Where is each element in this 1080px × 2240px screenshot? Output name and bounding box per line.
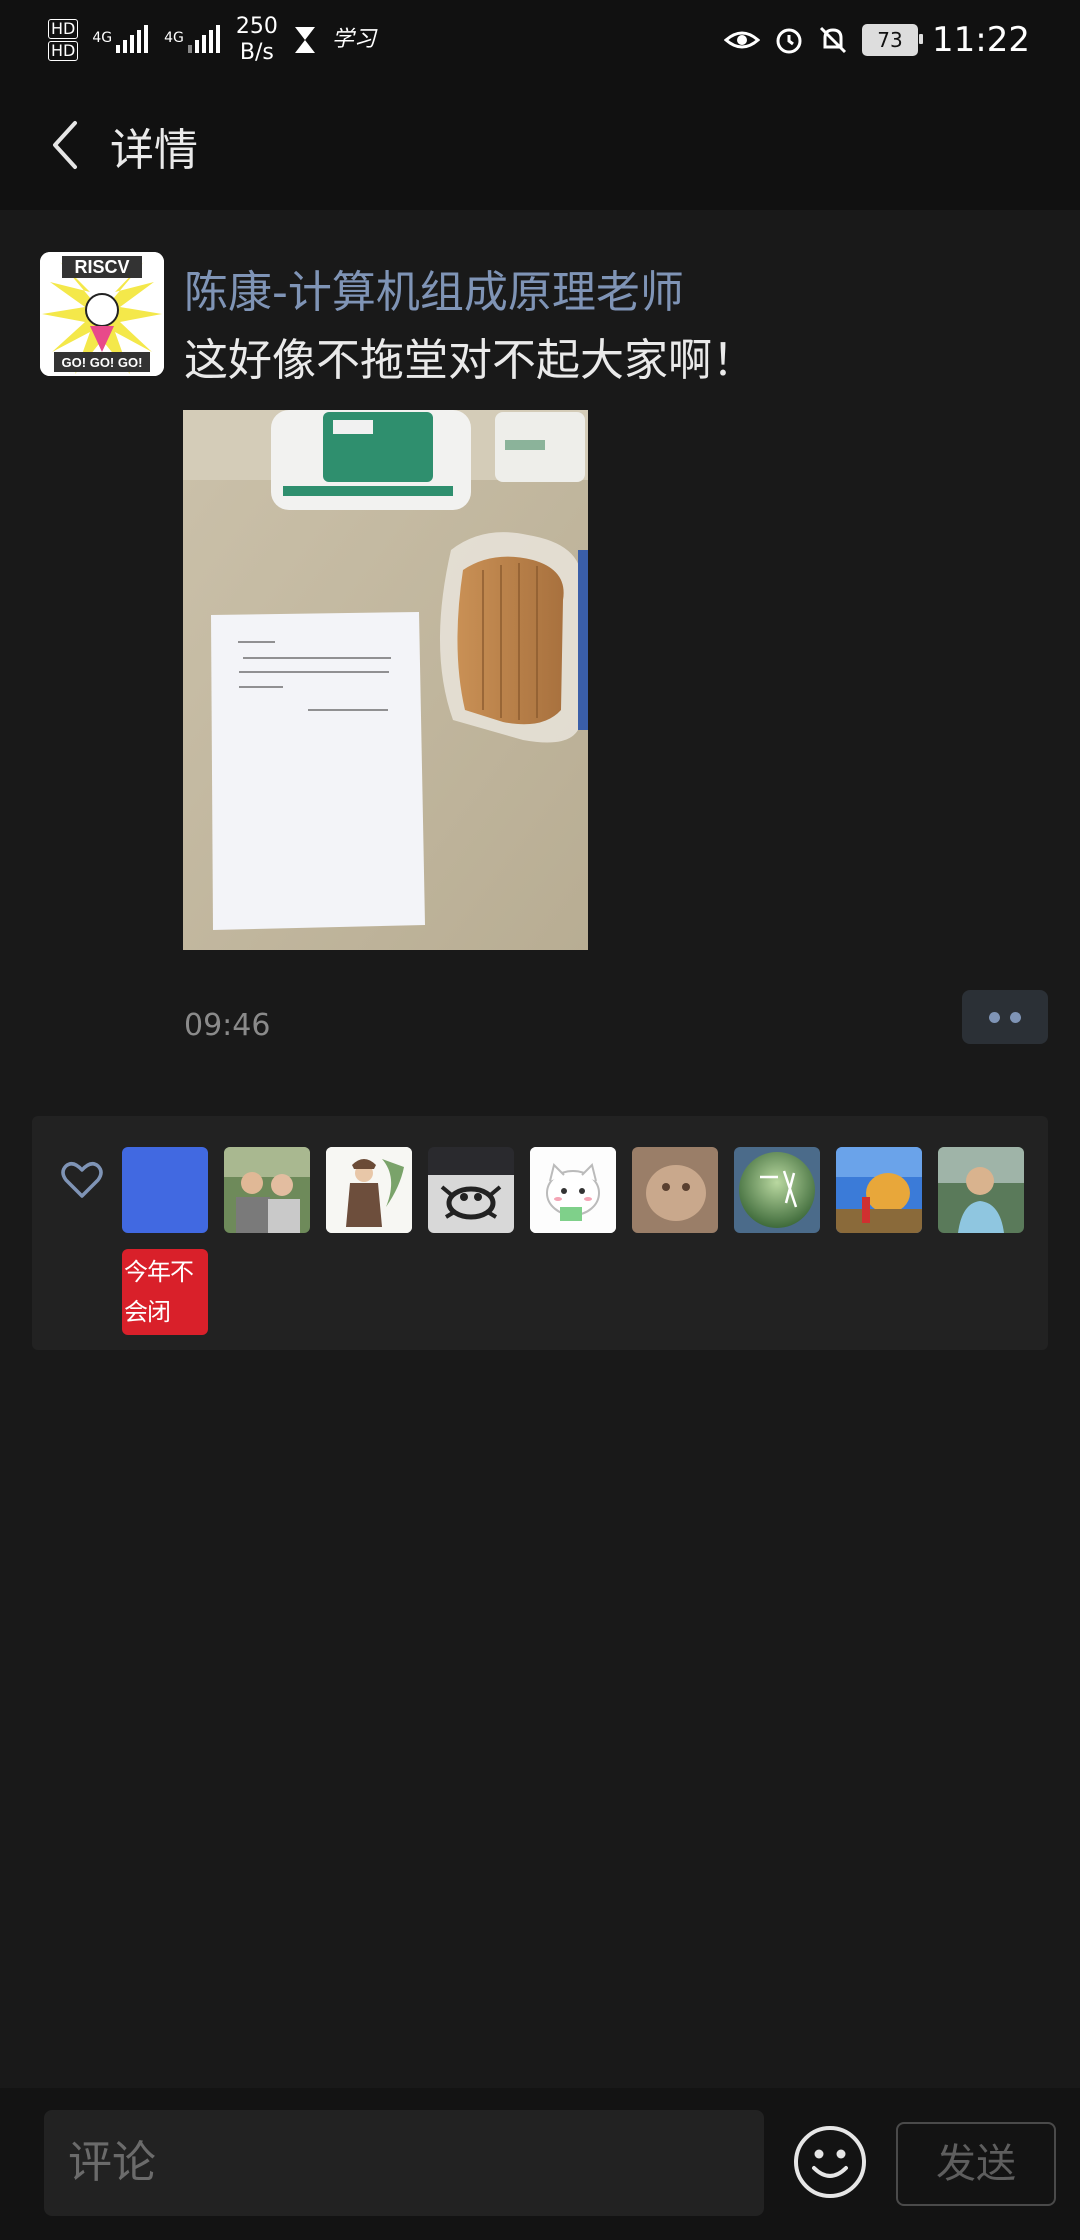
liker-avatar-image [530, 1147, 616, 1233]
app-notification-label: 学习 [331, 27, 376, 52]
liker-avatar[interactable] [530, 1147, 616, 1233]
liker-avatar[interactable] [122, 1147, 208, 1233]
signal1-icon: 4G [92, 25, 150, 55]
liker-avatar-image [836, 1147, 922, 1233]
comment-bar: 评论 发送 [0, 2088, 1080, 2240]
liker-avatar-image [734, 1147, 820, 1233]
hourglass-icon [294, 27, 315, 53]
speed-unit: B/s [239, 40, 274, 65]
more-dot-icon [989, 1011, 1000, 1023]
avatar-bottom-text: GO! GO! GO! [62, 355, 143, 370]
liker-avatar[interactable] [632, 1147, 718, 1233]
more-dot-icon [1010, 1011, 1021, 1023]
heart-icon [61, 1162, 103, 1198]
liker-avatar[interactable] [938, 1147, 1024, 1233]
status-right: 73 11:22 [724, 14, 1030, 66]
hd-indicators: HD HD [48, 19, 79, 61]
likes-panel: 今年不会闭 [32, 1116, 1048, 1350]
net2-label: 4G [164, 30, 184, 46]
status-bar: HD HD 4G 4G 250 B/s 学习 73 11:22 [0, 0, 1080, 80]
emoji-button[interactable] [792, 2124, 868, 2200]
alarm-icon [776, 28, 802, 54]
page-title: 详情 [110, 125, 198, 176]
author-name[interactable]: 陈康-计算机组成原理老师 [184, 256, 684, 320]
liker-avatar[interactable]: 今年不会闭 [122, 1249, 208, 1335]
send-button[interactable]: 发送 [896, 2122, 1056, 2206]
author-avatar-image: RISCV GO! GO! GO! [40, 252, 164, 376]
liker-avatar-image [428, 1147, 514, 1233]
liker-avatar-image [224, 1147, 310, 1233]
network-speed: 250 B/s [236, 14, 278, 66]
post-time: 09:46 [184, 1008, 271, 1043]
eye-icon [724, 31, 761, 49]
post-photo[interactable] [183, 410, 588, 950]
liker-avatar-text: 今年不会闭 [124, 1258, 194, 1326]
avatar-top-text: RISCV [74, 257, 129, 277]
signal-bars-icon [187, 25, 220, 53]
hd2-badge: HD [48, 41, 79, 61]
hd1-badge: HD [48, 19, 79, 39]
liker-avatar[interactable] [326, 1147, 412, 1233]
liker-avatar-image [632, 1147, 718, 1233]
signal-bars-icon [116, 25, 149, 53]
comment-input[interactable]: 评论 [44, 2110, 764, 2216]
back-arrow-icon [53, 121, 77, 169]
status-left: HD HD 4G 4G 250 B/s 学习 [48, 14, 376, 66]
liker-avatar[interactable] [836, 1147, 922, 1233]
more-actions-button[interactable] [962, 990, 1048, 1044]
liker-avatar[interactable] [734, 1147, 820, 1233]
back-button[interactable] [30, 110, 100, 180]
liker-avatar-image [938, 1147, 1024, 1233]
liker-avatar-image [326, 1147, 412, 1233]
net1-label: 4G [92, 30, 113, 46]
liker-avatar[interactable] [428, 1147, 514, 1233]
author-avatar[interactable]: RISCV GO! GO! GO! [40, 252, 164, 376]
post-photo-image [183, 410, 588, 950]
status-clock: 11:22 [932, 20, 1030, 60]
battery-icon: 73 [862, 24, 924, 56]
liker-avatar[interactable] [224, 1147, 310, 1233]
post-text: 这好像不拖堂对不起大家啊！ [184, 335, 756, 386]
mute-bell-icon [819, 26, 847, 54]
header: 详情 [0, 80, 1080, 210]
signal2-icon: 4G [164, 25, 222, 55]
speed-value: 250 [235, 14, 278, 39]
